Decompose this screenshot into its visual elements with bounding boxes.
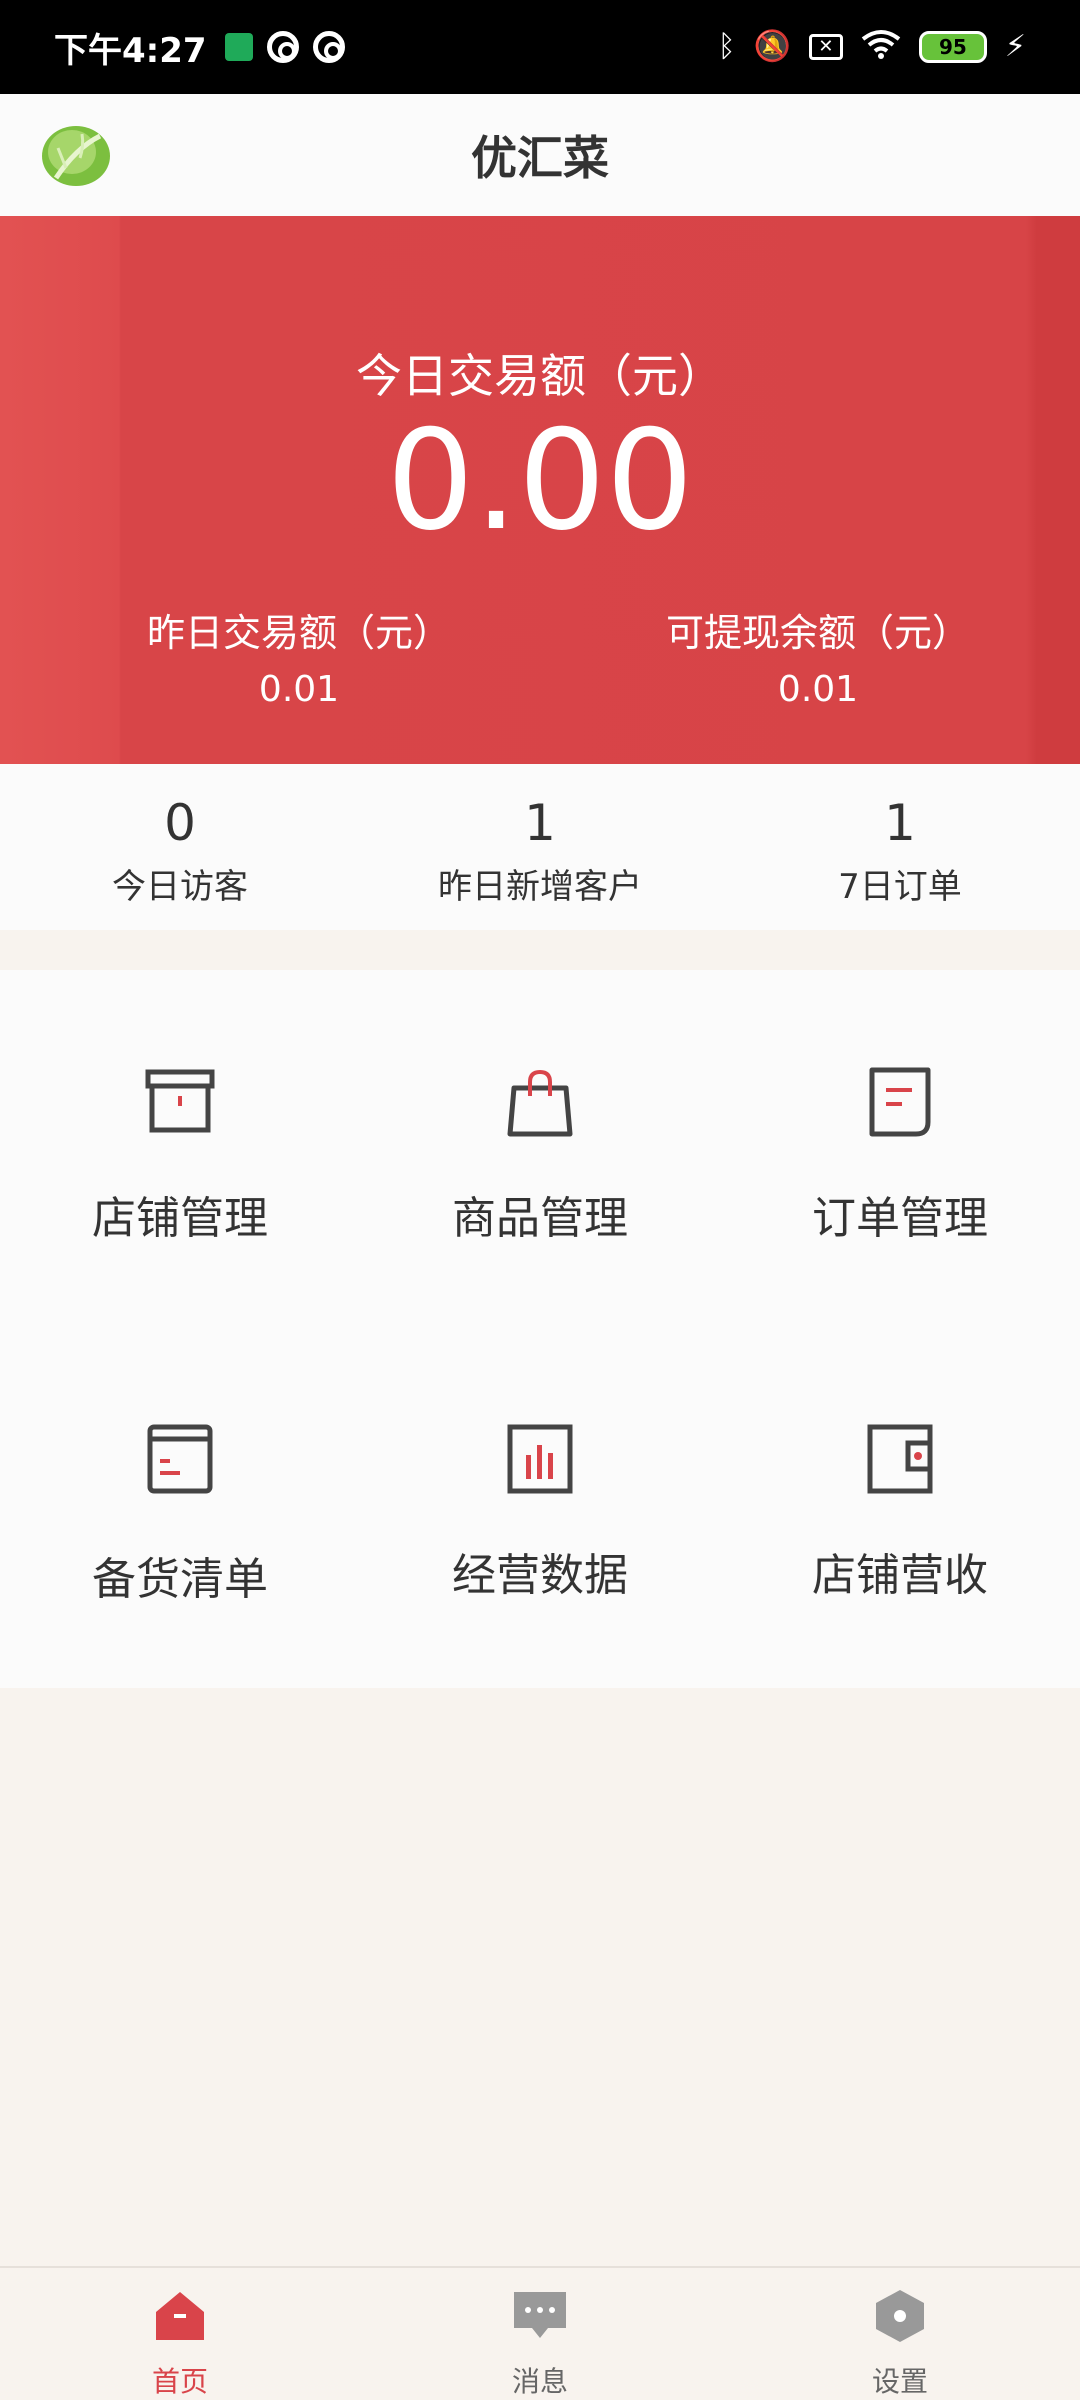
yesterday-revenue: 昨日交易额（元） 0.01 (29, 602, 569, 710)
yesterday-revenue-label: 昨日交易额（元） (146, 611, 451, 655)
business-data-button[interactable]: 经营数据 (360, 1329, 720, 1688)
store-revenue-button[interactable]: 店铺营收 (720, 1329, 1080, 1688)
order-management-button[interactable]: 订单管理 (720, 970, 1080, 1329)
sim-off-icon: ✕ (808, 34, 843, 60)
mute-icon: 🔕 (753, 29, 791, 64)
stats-row: 0 今日访客 1 昨日新增客户 1 7日订单 (0, 764, 1080, 930)
stat-value: 1 (884, 794, 916, 852)
store-management-button[interactable]: 店铺管理 (0, 970, 360, 1329)
today-revenue-label: 今日交易额（元） (356, 349, 724, 403)
bar-chart-icon (504, 1423, 576, 1495)
charging-icon: ⚡ (1004, 29, 1026, 64)
withdrawable-balance-label: 可提现余额（元） (665, 611, 970, 655)
message-icon (512, 2288, 568, 2344)
home-icon (152, 2288, 208, 2344)
stock-list-button[interactable]: 备货清单 (0, 1329, 360, 1688)
stat-label: 昨日新增客户 (438, 867, 642, 907)
nav-label: 消息 (511, 2365, 568, 2398)
nav-item-home[interactable]: 首页 (0, 2268, 360, 2400)
grid-item-label: 店铺营收 (812, 1550, 988, 1601)
bluetooth-icon: ᛒ (717, 29, 736, 64)
grid-item-label: 店铺管理 (92, 1193, 268, 1244)
stat-today-visitors: 0 今日访客 (0, 764, 360, 930)
nav-label: 首页 (151, 2365, 208, 2398)
stat-value: 0 (164, 794, 196, 852)
status-time: 下午4:27 (54, 30, 207, 71)
today-revenue-amount: 0.00 (386, 400, 694, 561)
stat-7day-orders: 1 7日订单 (720, 764, 1080, 930)
yesterday-revenue-value: 0.01 (258, 669, 340, 710)
stat-value: 1 (524, 794, 556, 852)
bottom-nav: 首页 消息 设置 (0, 2266, 1080, 2400)
nav-item-messages[interactable]: 消息 (360, 2268, 720, 2400)
stock-list-icon (144, 1423, 216, 1495)
grid-item-label: 订单管理 (812, 1193, 988, 1244)
cabbage-logo-icon (36, 118, 116, 190)
revenue-banner: 今日交易额（元） 0.00 昨日交易额（元） 0.01 可提现余额（元） 0.0… (0, 216, 1080, 764)
status-bar: 下午4:27 ᛒ 🔕 ✕ 95 ⚡ (0, 0, 1080, 94)
withdrawable-balance: 可提现余额（元） 0.01 (548, 602, 1080, 710)
order-document-icon (864, 1066, 936, 1138)
store-box-icon (144, 1066, 216, 1138)
wifi-icon (861, 29, 901, 65)
shopping-bag-icon (504, 1066, 576, 1138)
app-notification-icon (224, 33, 253, 61)
wallet-icon (864, 1423, 936, 1495)
sync-icon-2 (312, 31, 345, 63)
grid-item-label: 备货清单 (92, 1554, 268, 1605)
nav-item-settings[interactable]: 设置 (720, 2268, 1080, 2400)
stat-label: 7日订单 (838, 867, 962, 907)
battery-icon: 95 (918, 31, 987, 63)
stat-label: 今日访客 (112, 867, 248, 907)
grid-item-label: 经营数据 (452, 1550, 628, 1601)
product-management-button[interactable]: 商品管理 (360, 970, 720, 1329)
nav-label: 设置 (871, 2365, 928, 2398)
status-notification-icons (224, 31, 345, 63)
app-header: 优汇菜 (0, 94, 1080, 216)
status-system-icons: ᛒ 🔕 ✕ 95 ⚡ (718, 29, 1026, 65)
feature-grid: 店铺管理 商品管理 订单管理 备货清单 经营数据 店铺营收 (0, 970, 1080, 1688)
sync-icon (266, 31, 299, 63)
grid-item-label: 商品管理 (452, 1193, 628, 1244)
page-title: 优汇菜 (471, 131, 609, 185)
withdrawable-balance-value: 0.01 (777, 669, 859, 710)
stat-new-customers: 1 昨日新增客户 (360, 764, 720, 930)
settings-icon (872, 2288, 928, 2344)
